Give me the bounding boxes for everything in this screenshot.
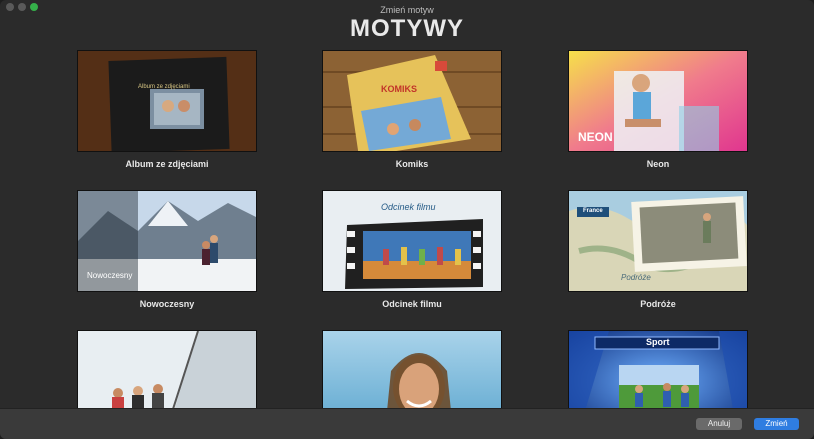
theme-overlay-text-travel: Podróże — [621, 273, 651, 282]
theme-label-photo-album: Album ze zdjęciami — [125, 159, 209, 169]
theme-overlay-text-photo-album: Album ze zdjęciami — [138, 84, 190, 90]
theme-label-film-strip: Odcinek filmu — [382, 299, 442, 309]
theme-thumbnail-modern: Nowoczesny — [77, 190, 257, 292]
minimize-window-button[interactable] — [18, 3, 26, 11]
theme-grid: Album ze zdjęciami Album ze zdjęciami KO… — [0, 49, 814, 408]
theme-tile-film-strip[interactable]: Odcinek filmu Odcinek filmu — [322, 190, 502, 309]
zoom-window-button[interactable] — [30, 3, 38, 11]
theme-thumbnail-neon: NEON — [568, 50, 748, 152]
theme-thumbnail-row3-1 — [77, 330, 257, 408]
theme-label-travel: Podróże — [640, 299, 676, 309]
cancel-button[interactable]: Anuluj — [696, 418, 742, 430]
theme-tile-neon[interactable]: NEON Neon — [568, 50, 748, 169]
theme-tile-row3-2[interactable] — [322, 330, 502, 408]
theme-label-neon: Neon — [646, 159, 670, 169]
theme-tile-row3-1[interactable] — [77, 330, 257, 408]
theme-overlay-badge-travel: France — [583, 208, 603, 214]
theme-tile-modern[interactable]: Nowoczesny Nowoczesny — [77, 190, 257, 309]
themes-heading: MOTYWY — [350, 15, 464, 42]
theme-chooser-window: Zmień motyw MOTYWY Album ze zdjęciami Al… — [0, 0, 814, 439]
theme-tile-sport[interactable]: Sport — [568, 330, 748, 408]
theme-overlay-text-sport: Sport — [646, 337, 670, 347]
theme-thumbnail-sport: Sport — [568, 330, 748, 408]
theme-thumbnail-photo-album: Album ze zdjęciami — [77, 50, 257, 152]
theme-tile-travel[interactable]: France Podróże Podróże — [568, 190, 748, 309]
title-bar: Zmień motyw — [0, 0, 814, 15]
theme-thumbnail-row3-2 — [322, 330, 502, 408]
theme-overlay-text-comic: KOMIKS — [381, 84, 417, 94]
theme-label-comic: Komiks — [395, 159, 429, 169]
theme-thumbnail-travel: France Podróże — [568, 190, 748, 292]
theme-thumbnail-film-strip: Odcinek filmu — [322, 190, 502, 292]
bottom-bar: Anuluj Zmień — [0, 408, 814, 439]
theme-overlay-text-film-strip: Odcinek filmu — [381, 202, 436, 212]
theme-overlay-text-modern: Nowoczesny — [87, 271, 133, 280]
close-window-button[interactable] — [6, 3, 14, 11]
theme-tile-comic[interactable]: KOMIKS Komiks — [322, 50, 502, 169]
theme-tile-photo-album[interactable]: Album ze zdjęciami Album ze zdjęciami — [77, 50, 257, 169]
theme-label-modern: Nowoczesny — [139, 299, 195, 309]
change-button[interactable]: Zmień — [754, 418, 799, 430]
theme-overlay-text-neon: NEON — [578, 130, 613, 144]
theme-thumbnail-comic: KOMIKS — [322, 50, 502, 152]
